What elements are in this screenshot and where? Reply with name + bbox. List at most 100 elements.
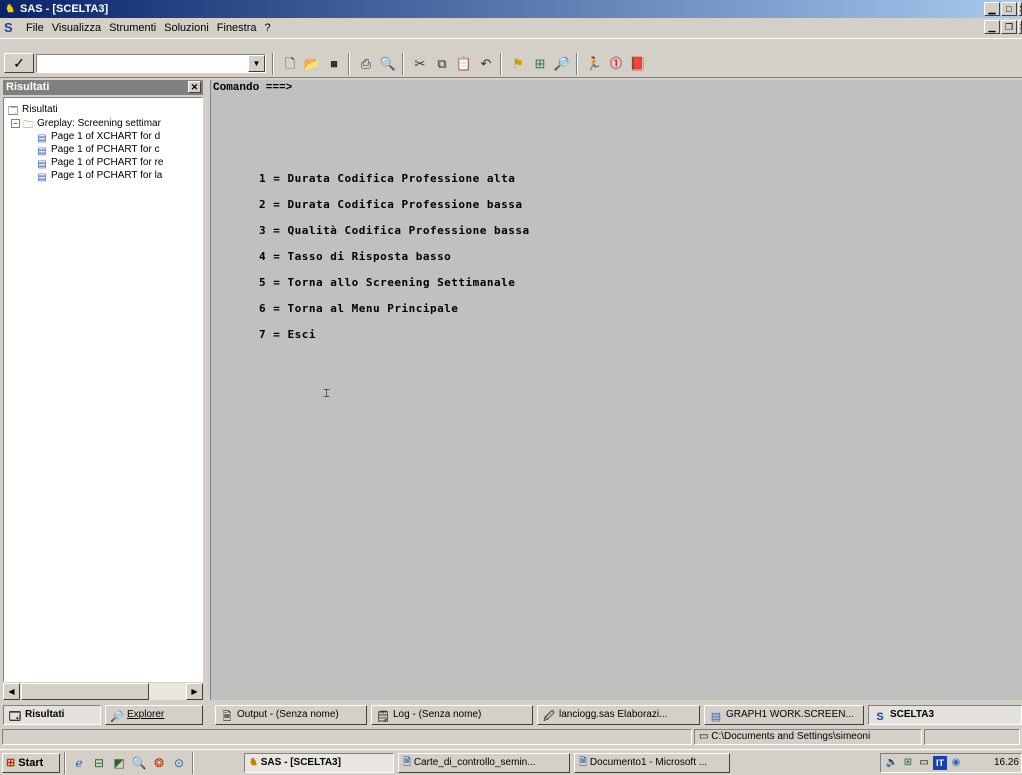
break-icon[interactable]: ⓵: [606, 54, 626, 74]
graph-icon: ▤: [37, 146, 47, 157]
menu-soluzioni[interactable]: Soluzioni: [160, 21, 213, 35]
security-icon[interactable]: ◉: [949, 756, 963, 770]
program-editor-icon: 🖉: [543, 711, 555, 723]
tree-item-page[interactable]: ▤ Page 1 of PCHART for re: [36, 157, 163, 170]
task-sas[interactable]: ♞ SAS - [SCELTA3]: [244, 753, 394, 773]
close-icon[interactable]: ✕: [188, 81, 201, 93]
print-preview-icon[interactable]: 🔍: [378, 54, 398, 74]
help-icon[interactable]: 📕: [628, 54, 648, 74]
minimize-button[interactable]: ▁: [984, 2, 1000, 16]
collapse-icon[interactable]: −: [11, 119, 20, 128]
child-close-button[interactable]: ✕: [1018, 20, 1022, 34]
menu-option-5[interactable]: 5 = Torna allo Screening Settimanale: [259, 276, 515, 289]
window-log[interactable]: 🗒 Log - (Senza nome): [371, 705, 533, 725]
menu-option-2[interactable]: 2 = Durata Codifica Professione bassa: [259, 198, 523, 211]
player-icon[interactable]: ⊙: [170, 754, 188, 772]
task-carte-di-controllo[interactable]: 🗎 Carte_di_controllo_semin...: [398, 753, 570, 773]
menu-option-7[interactable]: 7 = Esci: [259, 328, 316, 341]
text-cursor-icon: ⌶: [323, 386, 331, 400]
tree-item-page[interactable]: ▤ Page 1 of PCHART for c: [36, 144, 159, 157]
copy-icon[interactable]: ⧉: [432, 54, 452, 74]
internet-explorer-icon[interactable]: ℯ: [70, 754, 88, 772]
paste-icon[interactable]: 📋: [454, 54, 474, 74]
current-folder-path: C:\Documents and Settings\simeoni: [711, 731, 871, 742]
scroll-left-icon[interactable]: ◀: [3, 683, 20, 700]
menu-help[interactable]: ?: [261, 21, 275, 35]
taskbar-separator: [64, 752, 66, 774]
child-minimize-button[interactable]: ▁: [984, 20, 1000, 34]
menu-option-4[interactable]: 4 = Tasso di Risposta basso: [259, 250, 451, 263]
toolbar-separator: [500, 53, 502, 75]
sas-app-icon[interactable]: ♞: [3, 2, 17, 16]
current-folder[interactable]: ▭ C:\Documents and Settings\simeoni: [694, 729, 922, 745]
toolbar-separator: [402, 53, 404, 75]
command-input[interactable]: [37, 55, 247, 72]
menu-visualizza[interactable]: Visualizza: [48, 21, 105, 35]
volume-icon[interactable]: 🔈: [885, 756, 899, 770]
language-indicator[interactable]: IT: [933, 756, 947, 770]
clock[interactable]: 16.26: [994, 754, 1019, 772]
tree-item-page[interactable]: ▤ Page 1 of PCHART for la: [36, 170, 163, 183]
graph-icon: ▤: [37, 159, 47, 170]
tree-root-risultati[interactable]: 🗔 Risultati: [7, 104, 58, 117]
check-button[interactable]: ✓: [4, 53, 34, 73]
sas-icon: S: [876, 711, 884, 723]
explorer-icon[interactable]: ⊞: [530, 54, 550, 74]
close-button[interactable]: ✕: [1018, 2, 1022, 16]
tree-item-page[interactable]: ▤ Page 1 of XCHART for d: [36, 131, 160, 144]
window-bar: 🗔 Risultati 🔎 Explorer 🗎 Output - (Senza no…: [0, 703, 1022, 727]
graph-icon: ▤: [37, 133, 47, 144]
scroll-right-icon[interactable]: ▶: [186, 683, 203, 700]
window-output-label: Output - (Senza nome): [237, 709, 339, 720]
save-icon[interactable]: ■: [324, 54, 344, 74]
menu-option-3[interactable]: 3 = Qualità Codifica Professione bassa: [259, 224, 530, 237]
cut-icon[interactable]: ✂: [410, 54, 430, 74]
new-library-icon[interactable]: ⚑: [508, 54, 528, 74]
menu-option-6[interactable]: 6 = Torna al Menu Principale: [259, 302, 458, 315]
command-combobox[interactable]: ▼: [36, 54, 266, 73]
keyboard-icon[interactable]: ▭: [917, 756, 931, 770]
new-icon[interactable]: 🗋: [280, 54, 300, 74]
tree-group-greplay[interactable]: − 🗀 Greplay: Screening settimar: [11, 118, 161, 131]
results-icon: 🗔: [9, 711, 21, 723]
window-title: SAS - [SCELTA3]: [20, 3, 109, 15]
menu-strumenti[interactable]: Strumenti: [105, 21, 160, 35]
task-documento1[interactable]: 🗎 Documento1 - Microsoft ...: [574, 753, 730, 773]
print-icon[interactable]: ⎙: [356, 54, 376, 74]
sas-menu-icon[interactable]: S: [4, 21, 13, 35]
open-icon[interactable]: 📂: [302, 54, 322, 74]
word-icon: 🗎: [579, 757, 588, 768]
task-documento1-label: Documento1 - Microsoft ...: [589, 757, 708, 768]
task-sas-label: SAS - [SCELTA3]: [260, 757, 341, 768]
window-scelta3[interactable]: S SCELTA3: [868, 705, 1022, 725]
tab-explorer[interactable]: 🔎 Explorer: [105, 705, 203, 725]
tree-item-label: Page 1 of PCHART for la: [51, 170, 163, 181]
menu-option-1[interactable]: 1 = Durata Codifica Professione alta: [259, 172, 515, 185]
menu-finestra[interactable]: Finestra: [213, 21, 261, 35]
command-prompt[interactable]: Comando ===>: [213, 82, 292, 94]
menu-file[interactable]: File: [22, 21, 48, 35]
toolbar-separator: [272, 53, 274, 75]
find-icon[interactable]: 🔎: [552, 54, 572, 74]
maximize-button[interactable]: □: [1001, 2, 1017, 16]
start-button[interactable]: ⊞ Start: [2, 753, 60, 773]
search-icon[interactable]: 🔍: [130, 754, 148, 772]
scrollbar-thumb[interactable]: [21, 683, 149, 700]
quicklaunch-app-icon[interactable]: ◩: [110, 754, 128, 772]
taskbar-separator: [192, 752, 194, 774]
submit-icon[interactable]: 🏃: [584, 54, 604, 74]
tab-risultati[interactable]: 🗔 Risultati: [3, 705, 101, 725]
window-lanciogg[interactable]: 🖉 lanciogg.sas Elaborazi...: [537, 705, 700, 725]
window-output[interactable]: 🗎 Output - (Senza nome): [215, 705, 367, 725]
chevron-down-icon[interactable]: ▼: [248, 55, 265, 72]
tab-explorer-label: Explorer: [127, 709, 165, 720]
child-restore-button[interactable]: ❐: [1001, 20, 1017, 34]
toolbar-separator: [348, 53, 350, 75]
network-icon[interactable]: ⊞: [901, 756, 915, 770]
window-lanciogg-label: lanciogg.sas Elaborazi...: [559, 709, 668, 720]
media-icon[interactable]: ❂: [150, 754, 168, 772]
undo-icon[interactable]: ↶: [476, 54, 496, 74]
desktop-icon[interactable]: ⊟: [90, 754, 108, 772]
horizontal-scrollbar[interactable]: ◀ ▶: [3, 683, 203, 700]
window-graph1[interactable]: ▤ GRAPH1 WORK.SCREEN...: [704, 705, 864, 725]
